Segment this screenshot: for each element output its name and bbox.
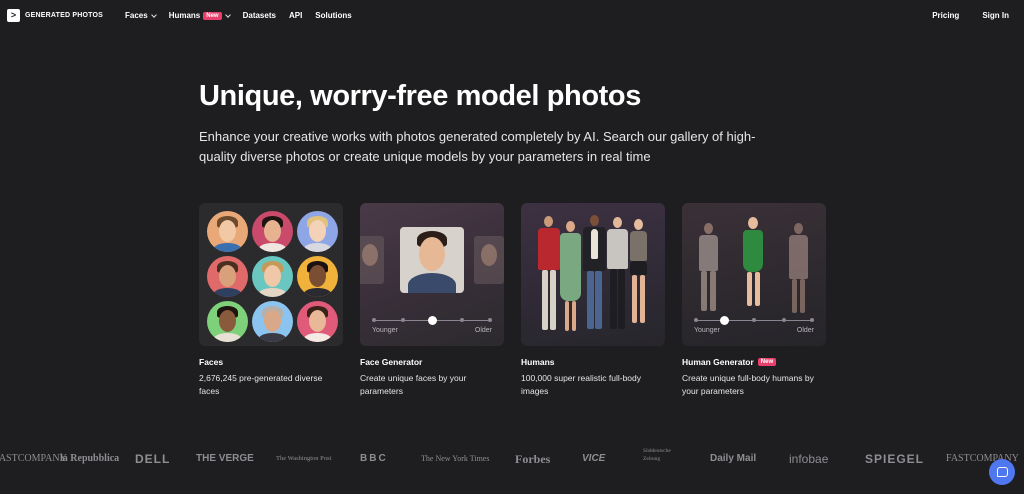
press-logo: Süddeutsche Zeitung xyxy=(643,448,671,462)
slider-handle[interactable] xyxy=(427,316,437,325)
slider-max-label: Older xyxy=(796,327,814,334)
press-logo: SPIEGEL xyxy=(865,452,925,466)
face-avatar xyxy=(207,256,248,297)
nav-item-api[interactable]: API xyxy=(289,11,302,20)
card-face-generator[interactable]: Younger Older Face Generator Create uniq… xyxy=(360,203,504,398)
nav-item-label: Solutions xyxy=(315,11,352,20)
press-logo: The New York Times xyxy=(421,454,490,463)
brand-name: GENERATED PHOTOS xyxy=(25,12,104,19)
chat-bubble-icon xyxy=(996,467,1008,477)
nav-item-faces[interactable]: Faces xyxy=(125,11,157,20)
hero-title: Unique, worry-free model photos xyxy=(199,80,641,112)
slider-labels: Younger Older xyxy=(694,327,814,334)
card-description: Create unique full-body humans by your p… xyxy=(682,373,814,396)
nav-item-label: Datasets xyxy=(242,11,276,20)
hero-subtitle: Enhance your creative works with photos … xyxy=(199,129,756,164)
human-generator-image: Younger Older xyxy=(682,203,826,346)
face-avatar xyxy=(297,211,338,252)
humans-group-image xyxy=(521,203,665,346)
face-preview-left xyxy=(360,236,384,284)
pricing-link[interactable]: Pricing xyxy=(932,11,959,20)
card-description: 2,676,245 pre-generated diverse faces xyxy=(199,373,323,396)
slider-handle[interactable] xyxy=(719,316,729,325)
chevron-down-icon xyxy=(224,11,231,18)
face-avatar xyxy=(297,301,338,342)
nav-item-label: Faces xyxy=(125,11,148,20)
nav-item-solutions[interactable]: Solutions xyxy=(315,11,351,20)
nav-links: Faces Humans New Datasets API Solutions xyxy=(125,11,365,20)
card-description: Create unique faces by your parameters xyxy=(360,373,467,396)
chat-button[interactable] xyxy=(989,459,1015,485)
nav-item-label: Humans xyxy=(168,11,201,20)
brand-logo[interactable]: > GENERATED PHOTOS xyxy=(7,9,103,22)
press-logo: Daily Mail xyxy=(710,453,757,464)
face-generator-image: Younger Older xyxy=(360,203,504,346)
card-description: 100,000 super realistic full-body images xyxy=(521,373,642,396)
press-logo: infobae xyxy=(789,452,829,466)
nav-item-humans[interactable]: Humans New xyxy=(168,11,231,20)
press-logos: FASTCOMPANY la Repubblica DELL THE VERGE… xyxy=(0,448,1024,468)
card-faces[interactable]: Faces 2,676,245 pre-generated diverse fa… xyxy=(199,203,343,398)
sign-in-link[interactable]: Sign In xyxy=(982,11,1009,20)
nav-item-datasets[interactable]: Datasets xyxy=(243,11,276,20)
face-avatar xyxy=(252,256,293,297)
card-title-text: Human Generator xyxy=(682,357,754,367)
card-title: Human Generator New xyxy=(682,357,826,367)
press-logo: FASTCOMPANY xyxy=(0,453,67,464)
face-avatar xyxy=(207,211,248,252)
face-avatar xyxy=(252,301,293,342)
face-avatar xyxy=(297,256,338,297)
press-logo: The Washington Post xyxy=(276,455,332,462)
slider-labels: Younger Older xyxy=(372,327,492,334)
card-humans[interactable]: Humans 100,000 super realistic full-body… xyxy=(521,203,665,398)
card-title: Humans xyxy=(521,357,555,367)
nav-item-label: API xyxy=(288,11,303,20)
slider-max-label: Older xyxy=(474,327,492,334)
generated-photos-logo-icon: > xyxy=(7,9,20,22)
new-badge: New xyxy=(757,358,777,366)
chevron-down-icon xyxy=(150,11,157,18)
slider-min-label: Younger xyxy=(372,327,398,334)
card-title: Face Generator xyxy=(360,357,423,367)
press-logo: THE VERGE xyxy=(196,453,254,464)
press-logo: DELL xyxy=(135,452,171,466)
new-badge: New xyxy=(203,11,222,20)
face-avatar xyxy=(207,301,248,342)
nav-right: Pricing Sign In xyxy=(932,11,1009,20)
press-logo: la Repubblica xyxy=(60,453,120,464)
faces-grid-image xyxy=(199,203,343,346)
card-title: Faces xyxy=(199,357,224,367)
face-preview-main xyxy=(400,227,464,293)
face-avatar xyxy=(252,211,293,252)
age-slider[interactable] xyxy=(372,316,492,325)
card-human-generator[interactable]: Younger Older Human Generator New Create… xyxy=(682,203,826,398)
press-logo: VICE xyxy=(582,453,606,464)
slider-min-label: Younger xyxy=(694,327,720,334)
top-navbar: > GENERATED PHOTOS Faces Humans New Data… xyxy=(0,0,1024,32)
age-slider[interactable] xyxy=(694,316,814,325)
press-logo: Forbes xyxy=(515,452,551,466)
face-preview-right xyxy=(474,236,504,284)
press-logo: BBC xyxy=(360,453,388,464)
